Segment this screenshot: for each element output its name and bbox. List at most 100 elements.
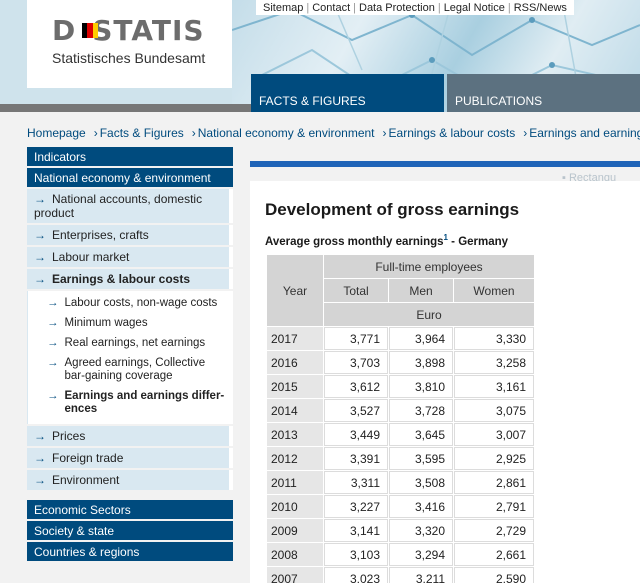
sidebar-society-state[interactable]: Society & state — [27, 521, 233, 540]
cell-women: 2,791 — [454, 495, 534, 518]
tab-facts-figures[interactable]: FACTS & FIGURES — [251, 74, 444, 112]
table-row: 2016 3,703 3,898 3,258 — [267, 351, 534, 374]
cell-men: 3,211 — [389, 567, 453, 583]
table-row: 2010 3,227 3,416 2,791 — [267, 495, 534, 518]
sidebar-item-environment[interactable]: → Environment — [27, 470, 233, 490]
cell-year: 2015 — [267, 375, 323, 398]
cell-total: 3,141 — [324, 519, 388, 542]
data-protection-link[interactable]: Data Protection — [356, 2, 438, 14]
column-header-women: Women — [454, 279, 534, 302]
cell-total: 3,703 — [324, 351, 388, 374]
cell-year: 2014 — [267, 399, 323, 422]
cell-total: 3,449 — [324, 423, 388, 446]
cell-men: 3,320 — [389, 519, 453, 542]
year-header: Year — [267, 255, 323, 326]
header-divider — [0, 104, 251, 112]
site-header: D STATIS Statistisches Bundesamt Sitemap |… — [0, 0, 640, 112]
cell-men: 3,595 — [389, 447, 453, 470]
table-body: 2017 3,771 3,964 3,330 2016 3,703 3,898 3,258 20… — [267, 327, 534, 583]
sidebar-item-earnings-labour-costs[interactable]: → Earnings & labour costs — [27, 269, 233, 289]
service-links: Sitemap | Contact | Data Protection | Legal… — [256, 0, 574, 15]
cell-women: 2,861 — [454, 471, 534, 494]
sidebar-item-foreign-trade[interactable]: → Foreign trade — [27, 448, 233, 468]
subnav-minimum-wages[interactable]: → Minimum wages — [28, 314, 233, 334]
sidebar-item-prices[interactable]: → Prices — [27, 426, 233, 446]
sidebar-navigation: Indicators National economy & environmen… — [27, 147, 233, 563]
cell-total: 3,527 — [324, 399, 388, 422]
cell-year: 2008 — [267, 543, 323, 566]
sidebar-economic-sectors[interactable]: Economic Sectors — [27, 500, 233, 519]
table-caption: Average gross monthly earnings1 - German… — [265, 233, 509, 248]
cell-women: 3,075 — [454, 399, 534, 422]
table-row: 2013 3,449 3,645 3,007 — [267, 423, 534, 446]
logo-subtitle: Statistisches Bundesamt — [52, 50, 206, 66]
table-row: 2007 3,023 3,211 2,590 — [267, 567, 534, 583]
earnings-table: Year Full-time employees Total Men Women… — [266, 254, 535, 583]
flag-icon — [82, 23, 98, 38]
logo-title: D STATIS — [52, 14, 205, 47]
cell-women: 2,729 — [454, 519, 534, 542]
table-row: 2017 3,771 3,964 3,330 — [267, 327, 534, 350]
group-header: Full-time employees — [324, 255, 534, 278]
cell-women: 3,007 — [454, 423, 534, 446]
column-header-total: Total — [324, 279, 388, 302]
cell-total: 3,612 — [324, 375, 388, 398]
sidebar-subnav: → Labour costs, non-wage costs → Minimum w… — [27, 291, 233, 424]
cell-year: 2012 — [267, 447, 323, 470]
cell-year: 2009 — [267, 519, 323, 542]
cell-total: 3,391 — [324, 447, 388, 470]
sidebar-countries-regions[interactable]: Countries & regions — [27, 542, 233, 561]
cell-women: 2,661 — [454, 543, 534, 566]
subnav-earnings-differences[interactable]: → Earnings and earnings differ-ences — [28, 387, 233, 420]
breadcrumb-earnings-differences[interactable]: Earnings and earnings di — [529, 126, 640, 140]
sidebar-item-labour-market[interactable]: → Labour market — [27, 247, 233, 267]
cell-total: 3,771 — [324, 327, 388, 350]
main-content: Development of gross earnings Average gr… — [250, 181, 640, 583]
breadcrumb-facts-figures[interactable]: Facts & Figures — [100, 126, 184, 140]
sidebar-indicators[interactable]: Indicators — [27, 147, 233, 166]
cell-year: 2010 — [267, 495, 323, 518]
subnav-labour-costs[interactable]: → Labour costs, non-wage costs — [28, 294, 233, 314]
site-logo[interactable]: D STATIS Statistisches Bundesamt — [27, 0, 232, 88]
table-row: 2014 3,527 3,728 3,075 — [267, 399, 534, 422]
rss-news-link[interactable]: RSS/News — [511, 2, 570, 14]
table-row: 2015 3,612 3,810 3,161 — [267, 375, 534, 398]
subnav-agreed-earnings[interactable]: → Agreed earnings, Collective bar-gaining… — [28, 354, 233, 387]
contact-link[interactable]: Contact — [309, 2, 353, 14]
cell-year: 2011 — [267, 471, 323, 494]
breadcrumb-homepage[interactable]: Homepage — [27, 126, 86, 140]
cell-year: 2016 — [267, 351, 323, 374]
cell-men: 3,898 — [389, 351, 453, 374]
cell-total: 3,311 — [324, 471, 388, 494]
cell-women: 2,925 — [454, 447, 534, 470]
sidebar-item-national-accounts[interactable]: → National accounts, domestic product — [27, 189, 233, 223]
cell-women: 3,258 — [454, 351, 534, 374]
cell-year: 2007 — [267, 567, 323, 583]
table-row: 2008 3,103 3,294 2,661 — [267, 543, 534, 566]
page-title: Development of gross earnings — [265, 200, 520, 219]
table-row: 2009 3,141 3,320 2,729 — [267, 519, 534, 542]
breadcrumb-earnings-labour-costs[interactable]: Earnings & labour costs — [389, 126, 516, 140]
subnav-real-earnings[interactable]: → Real earnings, net earnings — [28, 334, 233, 354]
sidebar-item-enterprises[interactable]: → Enterprises, crafts — [27, 225, 233, 245]
cell-year: 2013 — [267, 423, 323, 446]
cell-women: 3,161 — [454, 375, 534, 398]
cell-total: 3,103 — [324, 543, 388, 566]
content-top-bar — [250, 161, 640, 167]
breadcrumb-national-economy[interactable]: National economy & environment — [198, 126, 375, 140]
sitemap-link[interactable]: Sitemap — [260, 2, 306, 14]
tab-publications[interactable]: PUBLICATIONS — [447, 74, 640, 112]
cell-year: 2017 — [267, 327, 323, 350]
column-header-men: Men — [389, 279, 453, 302]
cell-men: 3,645 — [389, 423, 453, 446]
cell-total: 3,227 — [324, 495, 388, 518]
cell-men: 3,416 — [389, 495, 453, 518]
breadcrumb: Homepage › Facts & Figures › National econom… — [27, 126, 640, 140]
legal-notice-link[interactable]: Legal Notice — [441, 2, 508, 14]
cell-women: 2,590 — [454, 567, 534, 583]
main-navigation: FACTS & FIGURES PUBLICATIONS — [251, 74, 640, 112]
table-row: 2011 3,311 3,508 2,861 — [267, 471, 534, 494]
cell-men: 3,508 — [389, 471, 453, 494]
sidebar-national-economy[interactable]: National economy & environment — [27, 168, 233, 187]
cell-total: 3,023 — [324, 567, 388, 583]
